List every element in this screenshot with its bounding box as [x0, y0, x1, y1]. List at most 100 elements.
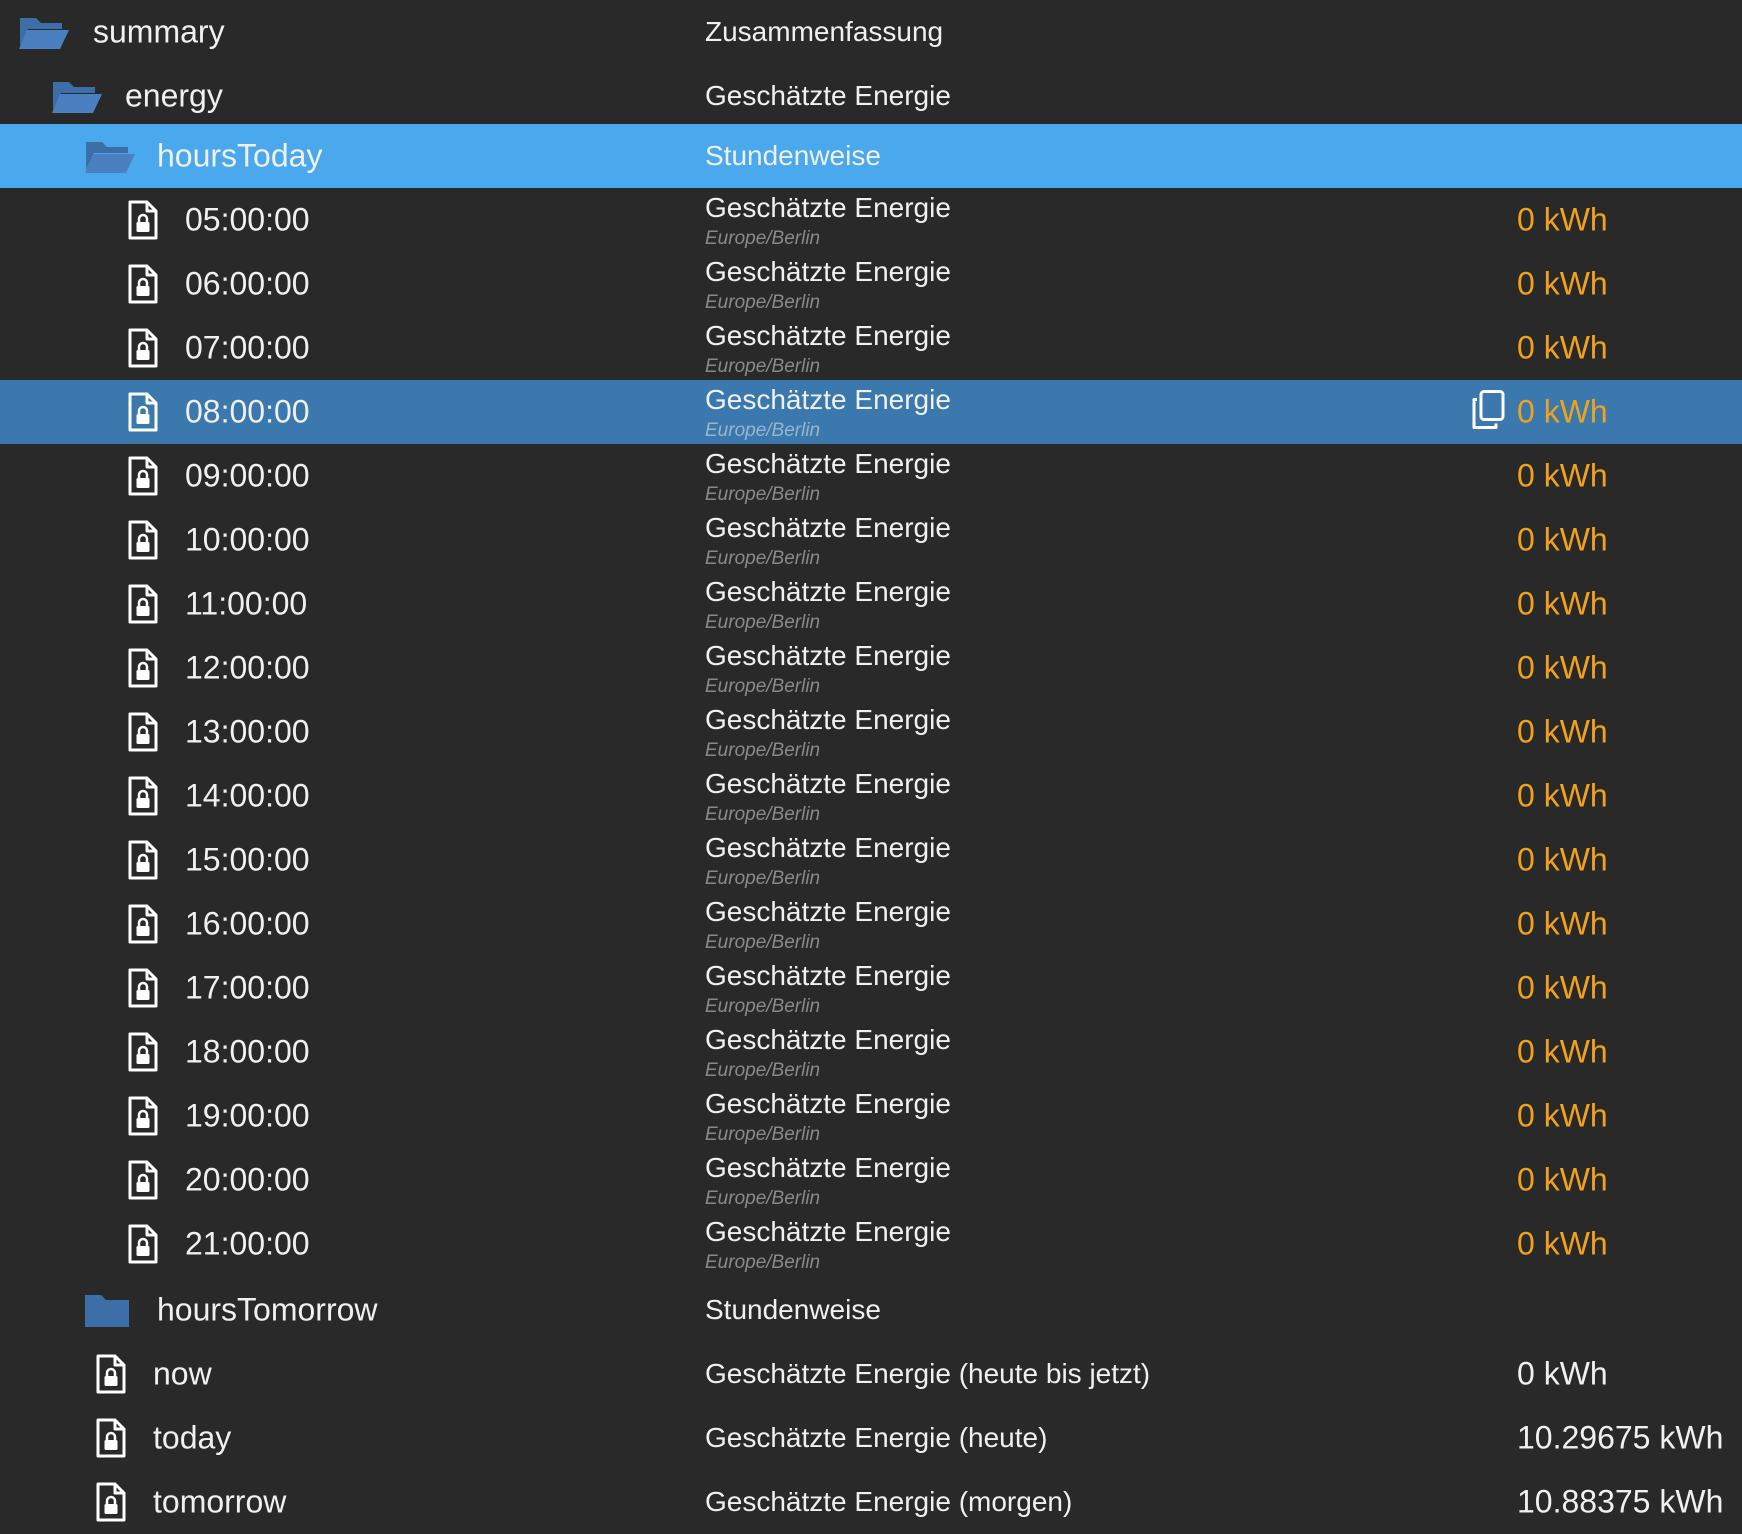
- tree-row-hour[interactable]: 13:00:00 Geschätzte Energie Europe/Berlin 0…: [0, 700, 1742, 764]
- tree-node-name: 20:00:00: [185, 1161, 310, 1198]
- tree-row-hour[interactable]: 14:00:00 Geschätzte Energie Europe/Berlin 0…: [0, 764, 1742, 828]
- tree-node-subtitle: Europe/Berlin: [705, 1188, 821, 1209]
- lock-document-icon: [128, 392, 158, 432]
- tree-row-energy[interactable]: energy Geschätzte Energie: [0, 64, 1742, 128]
- tree-node-description: Geschätzte Energie: [705, 1216, 951, 1247]
- tree-node-subtitle: Europe/Berlin: [705, 868, 821, 889]
- tree-node-name: 21:00:00: [185, 1225, 310, 1262]
- tree-row-hours-today[interactable]: hoursToday Stundenweise: [0, 124, 1742, 188]
- state-value[interactable]: 0 kWh: [1517, 1034, 1608, 1071]
- tree-node-name: 09:00:00: [185, 457, 310, 494]
- tree-row-hour[interactable]: 11:00:00 Geschätzte Energie Europe/Berlin 0…: [0, 572, 1742, 636]
- tree-row-hour[interactable]: 21:00:00 Geschätzte Energie Europe/Berlin 0…: [0, 1212, 1742, 1276]
- tree-node-subtitle: Europe/Berlin: [705, 740, 821, 761]
- state-value[interactable]: 0 kWh: [1517, 1226, 1608, 1263]
- state-value[interactable]: 0 kWh: [1517, 778, 1608, 815]
- tree-row-hour[interactable]: 16:00:00 Geschätzte Energie Europe/Berlin 0…: [0, 892, 1742, 956]
- tree-node-name: 13:00:00: [185, 713, 310, 750]
- tree-row-hour[interactable]: 07:00:00 Geschätzte Energie Europe/Berlin 0…: [0, 316, 1742, 380]
- tree-node-description: Geschätzte Energie: [705, 832, 951, 863]
- tree-row-hour[interactable]: 09:00:00 Geschätzte Energie Europe/Berlin 0…: [0, 444, 1742, 508]
- copy-icon[interactable]: [1470, 390, 1506, 435]
- lock-document-icon: [128, 264, 158, 304]
- tree-node-subtitle: Europe/Berlin: [705, 996, 821, 1017]
- lock-document-icon: [128, 776, 158, 816]
- tree-row-hours-tomorrow[interactable]: hoursTomorrow Stundenweise: [0, 1278, 1742, 1342]
- state-value[interactable]: 0 kWh: [1517, 1098, 1608, 1135]
- tree-row-summary[interactable]: summary Zusammenfassung: [0, 0, 1742, 64]
- tree-node-name: 11:00:00: [185, 585, 308, 622]
- tree-row-tomorrow[interactable]: tomorrow Geschätzte Energie (morgen) 10.88…: [0, 1470, 1742, 1534]
- state-value[interactable]: 0 kWh: [1517, 330, 1608, 367]
- tree-node-description: Geschätzte Energie: [705, 512, 951, 543]
- tree-row-hour[interactable]: 18:00:00 Geschätzte Energie Europe/Berlin 0…: [0, 1020, 1742, 1084]
- tree-node-subtitle: Europe/Berlin: [705, 932, 821, 953]
- tree-node-description: Geschätzte Energie: [705, 896, 951, 927]
- state-value[interactable]: 0 kWh: [1517, 1162, 1608, 1199]
- lock-document-icon: [96, 1482, 126, 1522]
- tree-node-name: 12:00:00: [185, 649, 310, 686]
- state-value[interactable]: 0 kWh: [1517, 266, 1608, 303]
- tree-node-description: Geschätzte Energie: [705, 80, 951, 111]
- lock-document-icon: [128, 584, 158, 624]
- folder-closed-icon[interactable]: [84, 1292, 130, 1328]
- tree-node-description: Geschätzte Energie: [705, 192, 951, 223]
- tree-node-description: Geschätzte Energie: [705, 960, 951, 991]
- state-value[interactable]: 0 kWh: [1517, 842, 1608, 879]
- tree-row-hour[interactable]: 10:00:00 Geschätzte Energie Europe/Berlin 0…: [0, 508, 1742, 572]
- tree-node-description: Geschätzte Energie: [705, 768, 951, 799]
- object-tree: summary Zusammenfassung energy Geschätzt…: [0, 0, 1742, 1528]
- lock-document-icon: [128, 456, 158, 496]
- tree-node-description: Geschätzte Energie: [705, 256, 951, 287]
- tree-node-description: Geschätzte Energie (heute bis jetzt): [705, 1358, 1151, 1389]
- lock-document-icon: [128, 200, 158, 240]
- tree-node-description: Geschätzte Energie (morgen): [705, 1486, 1073, 1517]
- state-value[interactable]: 10.88375 kWh: [1517, 1484, 1723, 1521]
- tree-row-hour[interactable]: 06:00:00 Geschätzte Energie Europe/Berlin 0…: [0, 252, 1742, 316]
- tree-row-hour[interactable]: 15:00:00 Geschätzte Energie Europe/Berlin 0…: [0, 828, 1742, 892]
- tree-node-description: Geschätzte Energie (heute): [705, 1422, 1048, 1453]
- tree-node-description: Geschätzte Energie: [705, 1024, 951, 1055]
- tree-row-today[interactable]: today Geschätzte Energie (heute) 10.29675 …: [0, 1406, 1742, 1470]
- tree-node-subtitle: Europe/Berlin: [705, 1060, 821, 1081]
- state-value[interactable]: 0 kWh: [1517, 522, 1608, 559]
- state-value[interactable]: 0 kWh: [1517, 394, 1608, 431]
- folder-open-icon[interactable]: [51, 76, 103, 116]
- state-value[interactable]: 0 kWh: [1517, 202, 1608, 239]
- tree-node-name: hoursTomorrow: [157, 1291, 378, 1328]
- state-value[interactable]: 0 kWh: [1517, 906, 1608, 943]
- tree-node-subtitle: Europe/Berlin: [705, 356, 821, 377]
- tree-node-description: Geschätzte Energie: [705, 576, 951, 607]
- tree-node-description: Geschätzte Energie: [705, 320, 951, 351]
- tree-node-subtitle: Europe/Berlin: [705, 228, 821, 249]
- tree-node-name: energy: [125, 77, 223, 114]
- lock-document-icon: [128, 648, 158, 688]
- tree-row-hour[interactable]: 12:00:00 Geschätzte Energie Europe/Berlin 0…: [0, 636, 1742, 700]
- folder-open-icon[interactable]: [18, 12, 70, 52]
- state-value[interactable]: 0 kWh: [1517, 714, 1608, 751]
- state-value[interactable]: 10.29675 kWh: [1517, 1420, 1723, 1457]
- state-value[interactable]: 0 kWh: [1517, 586, 1608, 623]
- tree-node-name: 08:00:00: [185, 393, 310, 430]
- state-value[interactable]: 0 kWh: [1517, 650, 1608, 687]
- tree-node-subtitle: Europe/Berlin: [705, 484, 821, 505]
- tree-row-hour[interactable]: 05:00:00 Geschätzte Energie Europe/Berlin 0…: [0, 188, 1742, 252]
- tree-row-now[interactable]: now Geschätzte Energie (heute bis jetzt) 0…: [0, 1342, 1742, 1406]
- tree-node-name: 18:00:00: [185, 1033, 310, 1070]
- tree-node-name: 07:00:00: [185, 329, 310, 366]
- tree-node-name: today: [153, 1419, 232, 1456]
- tree-row-hour[interactable]: 17:00:00 Geschätzte Energie Europe/Berlin 0…: [0, 956, 1742, 1020]
- tree-row-hour[interactable]: 20:00:00 Geschätzte Energie Europe/Berlin 0…: [0, 1148, 1742, 1212]
- tree-row-hour[interactable]: 19:00:00 Geschätzte Energie Europe/Berlin 0…: [0, 1084, 1742, 1148]
- folder-open-icon[interactable]: [84, 136, 136, 176]
- state-value[interactable]: 0 kWh: [1517, 970, 1608, 1007]
- lock-document-icon: [128, 1224, 158, 1264]
- tree-row-hour[interactable]: 08:00:00 Geschätzte Energie Europe/Berlin 0…: [0, 380, 1742, 444]
- state-value[interactable]: 0 kWh: [1517, 458, 1608, 495]
- state-value[interactable]: 0 kWh: [1517, 1356, 1608, 1393]
- lock-document-icon: [128, 712, 158, 752]
- lock-document-icon: [128, 968, 158, 1008]
- tree-node-subtitle: Europe/Berlin: [705, 1252, 821, 1273]
- tree-node-name: hoursToday: [157, 137, 323, 174]
- tree-node-description: Stundenweise: [705, 140, 881, 171]
